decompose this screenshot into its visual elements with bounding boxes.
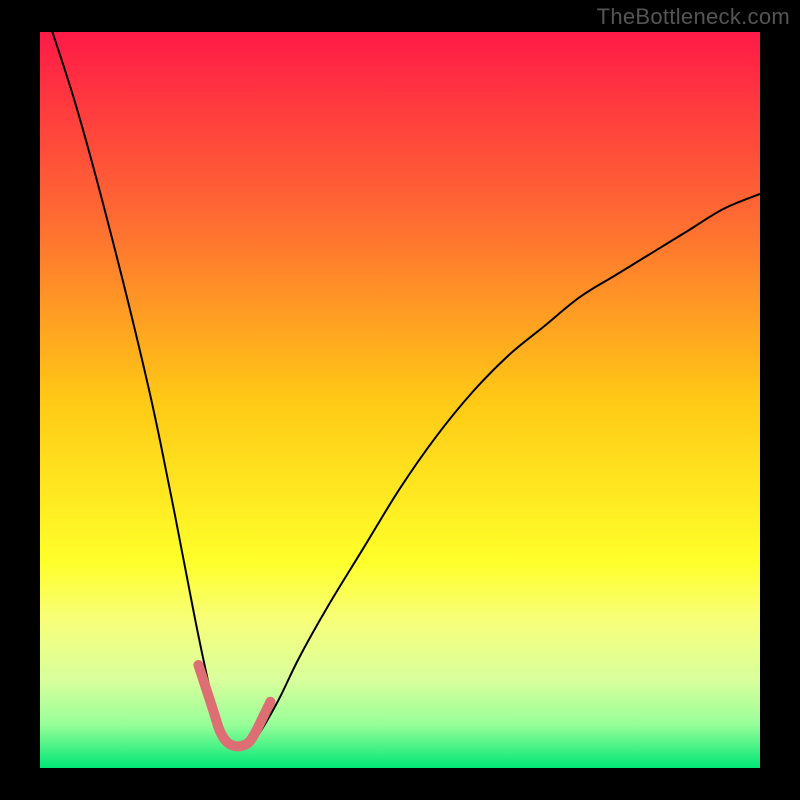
watermark-text: TheBottleneck.com (597, 4, 790, 30)
bottleneck-chart (40, 32, 760, 768)
plot-area (40, 32, 760, 768)
chart-frame: TheBottleneck.com (0, 0, 800, 800)
gradient-background (40, 32, 760, 768)
